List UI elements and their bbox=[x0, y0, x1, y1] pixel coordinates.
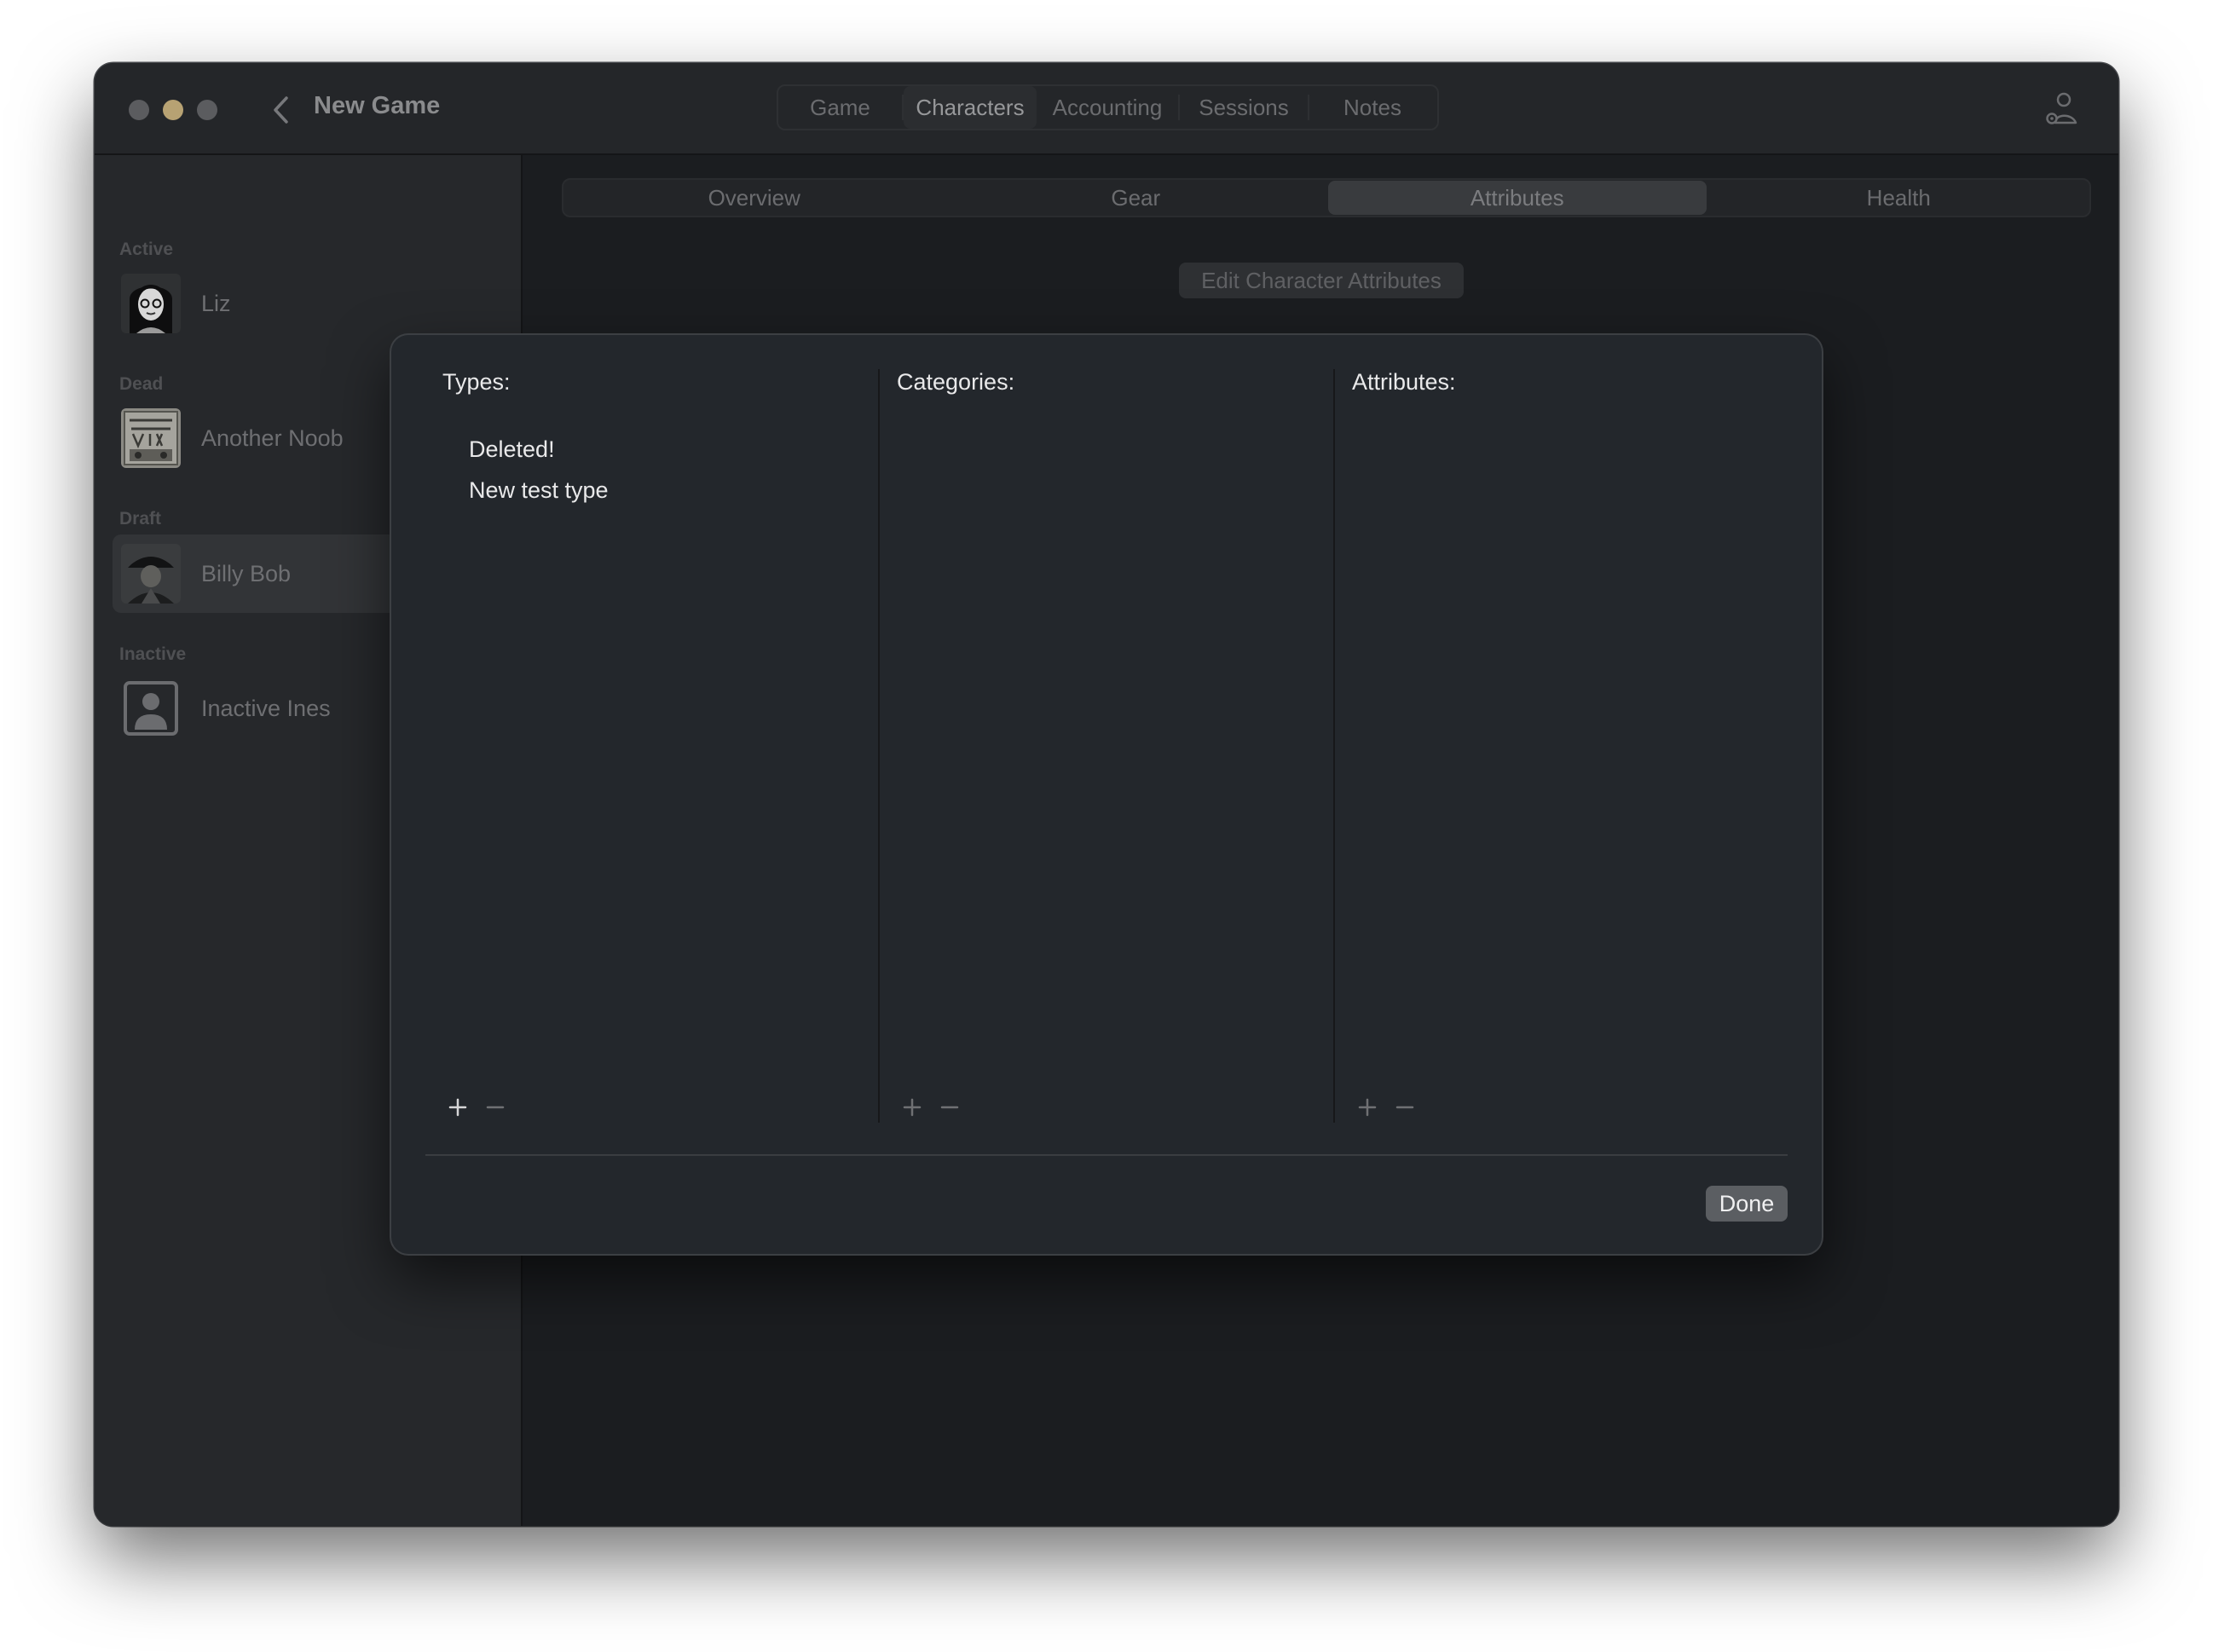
remove-type-button[interactable] bbox=[480, 1092, 511, 1123]
close-window-button[interactable] bbox=[129, 100, 149, 120]
tab-characters[interactable]: Characters bbox=[904, 86, 1037, 129]
tab-game[interactable]: Game bbox=[778, 86, 902, 129]
attributes-column: Attributes: bbox=[1352, 369, 1761, 1123]
plus-icon bbox=[903, 1098, 922, 1117]
plus-icon bbox=[448, 1098, 467, 1117]
types-add-remove bbox=[442, 1092, 517, 1123]
add-attribute-button[interactable] bbox=[1352, 1092, 1383, 1123]
sheet-separator bbox=[425, 1154, 1788, 1156]
attributes-title: Attributes: bbox=[1352, 369, 1456, 395]
column-divider bbox=[878, 369, 880, 1123]
list-item[interactable]: New test type bbox=[469, 470, 609, 511]
edit-character-attributes-button[interactable]: Edit Character Attributes bbox=[1179, 263, 1464, 298]
plus-icon bbox=[1358, 1098, 1377, 1117]
sidebar-item-liz[interactable]: Liz bbox=[113, 264, 521, 343]
person-placeholder-icon bbox=[121, 679, 181, 738]
minus-icon bbox=[940, 1106, 959, 1109]
attributes-add-remove bbox=[1352, 1092, 1427, 1123]
categories-column: Categories: bbox=[897, 369, 1306, 1123]
chevron-left-icon bbox=[274, 96, 288, 124]
add-category-button[interactable] bbox=[897, 1092, 927, 1123]
categories-add-remove bbox=[897, 1092, 972, 1123]
section-label-inactive: Inactive bbox=[119, 644, 187, 664]
character-name: Another Noob bbox=[201, 425, 344, 451]
tab-gear[interactable]: Gear bbox=[947, 181, 1326, 215]
categories-title: Categories: bbox=[897, 369, 1015, 395]
detail-tab-bar: Overview Gear Attributes Health bbox=[562, 178, 2091, 217]
avatar bbox=[121, 274, 181, 333]
character-name: Billy Bob bbox=[201, 560, 292, 586]
tab-accounting[interactable]: Accounting bbox=[1037, 86, 1178, 129]
tab-attributes[interactable]: Attributes bbox=[1328, 181, 1707, 215]
minus-icon bbox=[1395, 1106, 1414, 1109]
types-list: Deleted! New test type bbox=[469, 429, 609, 511]
person-gear-icon bbox=[2046, 92, 2077, 124]
minimize-window-button[interactable] bbox=[163, 100, 183, 120]
minus-icon bbox=[486, 1106, 505, 1109]
section-label-draft: Draft bbox=[119, 509, 162, 529]
tab-sessions[interactable]: Sessions bbox=[1180, 86, 1308, 129]
top-tab-bar: Game Characters Accounting Sessions Note… bbox=[777, 84, 1439, 130]
add-type-button[interactable] bbox=[442, 1092, 473, 1123]
tab-health[interactable]: Health bbox=[1710, 181, 2089, 215]
edit-attributes-sheet: Types: Deleted! New test type Categories… bbox=[391, 335, 1822, 1254]
column-divider bbox=[1333, 369, 1335, 1123]
section-label-dead: Dead bbox=[119, 374, 164, 394]
user-button[interactable] bbox=[2043, 90, 2081, 128]
titlebar: New Game Game Characters Accounting Sess… bbox=[95, 63, 2118, 155]
window-title: New Game bbox=[314, 92, 441, 119]
done-button[interactable]: Done bbox=[1706, 1186, 1788, 1222]
remove-category-button[interactable] bbox=[934, 1092, 965, 1123]
character-name: Inactive Ines bbox=[201, 695, 331, 721]
zoom-window-button[interactable] bbox=[197, 100, 217, 120]
tab-overview[interactable]: Overview bbox=[565, 181, 944, 215]
section-label-active: Active bbox=[119, 240, 174, 259]
avatar bbox=[121, 544, 181, 604]
tab-notes[interactable]: Notes bbox=[1309, 86, 1436, 129]
types-column: Types: Deleted! New test type bbox=[442, 369, 835, 1123]
remove-attribute-button[interactable] bbox=[1390, 1092, 1420, 1123]
types-title: Types: bbox=[442, 369, 511, 395]
back-button[interactable] bbox=[259, 89, 302, 131]
character-name: Liz bbox=[201, 290, 231, 316]
list-item[interactable]: Deleted! bbox=[469, 429, 609, 470]
avatar bbox=[121, 408, 181, 468]
